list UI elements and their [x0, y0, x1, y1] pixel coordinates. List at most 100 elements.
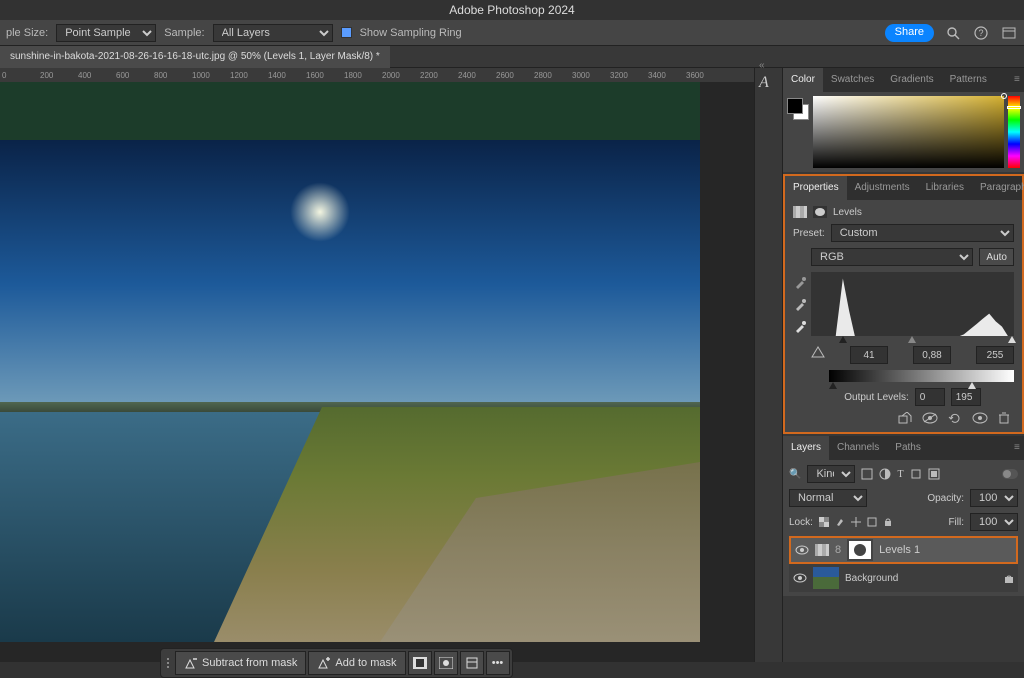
clip-to-layer-icon[interactable]: [898, 412, 912, 424]
subtract-label: Subtract from mask: [202, 657, 297, 669]
lock-position-icon[interactable]: [851, 517, 861, 527]
ruler-tick: 2000: [382, 71, 400, 80]
layer-row-background[interactable]: Background: [789, 564, 1018, 592]
ruler-tick: 2800: [534, 71, 552, 80]
color-field[interactable]: [813, 96, 1004, 168]
preset-label: Preset:: [793, 228, 825, 239]
tab-properties[interactable]: Properties: [785, 176, 847, 200]
right-panels: Color Swatches Gradients Patterns ≡ Prop…: [782, 68, 1024, 662]
input-white-field[interactable]: [976, 346, 1014, 364]
invert-mask-icon[interactable]: [408, 651, 432, 675]
clip-warning-icon[interactable]: [811, 346, 825, 364]
panel-menu-icon[interactable]: ≡: [1006, 436, 1024, 460]
channel-select[interactable]: RGB: [811, 248, 973, 266]
reset-icon[interactable]: [948, 412, 962, 424]
black-point-eyedropper-icon[interactable]: [793, 276, 807, 290]
output-black-field[interactable]: [915, 388, 945, 406]
layer-mask-thumbnail[interactable]: [847, 539, 873, 561]
input-mid-field[interactable]: [913, 346, 951, 364]
sample-select[interactable]: All Layers: [213, 24, 333, 42]
ruler-tick: 2200: [420, 71, 438, 80]
panel-menu-icon[interactable]: ≡: [1006, 68, 1024, 92]
filter-shape-icon[interactable]: [910, 468, 922, 480]
layer-mask-icon[interactable]: [813, 206, 827, 218]
show-sampling-ring-checkbox[interactable]: [341, 27, 352, 38]
input-levels-slider[interactable]: [811, 336, 1014, 344]
document-tab-bar: sunshine-in-bakota-2021-08-26-16-16-18-u…: [0, 46, 1024, 68]
tab-swatches[interactable]: Swatches: [823, 68, 882, 92]
view-previous-state-icon[interactable]: [922, 412, 938, 424]
window-arrange-icon[interactable]: [1000, 24, 1018, 42]
properties-panel-highlighted: Properties Adjustments Libraries Paragra…: [783, 174, 1024, 434]
share-button[interactable]: Share: [885, 24, 934, 42]
lock-pixels-icon[interactable]: [835, 517, 845, 527]
drag-handle-icon[interactable]: [163, 658, 173, 668]
collapsed-panel-strip: « A: [754, 68, 782, 662]
gray-point-eyedropper-icon[interactable]: [793, 298, 807, 312]
ruler-tick: 1800: [344, 71, 362, 80]
lock-artboard-icon[interactable]: [867, 517, 877, 527]
filter-type-icon[interactable]: T: [897, 469, 903, 480]
tab-libraries[interactable]: Libraries: [918, 176, 972, 200]
ruler-tick: 800: [154, 71, 167, 80]
svg-text:?: ?: [978, 28, 983, 38]
ruler-tick: 200: [40, 71, 53, 80]
mask-options-icon[interactable]: [434, 651, 458, 675]
output-white-field[interactable]: [951, 388, 981, 406]
hue-slider[interactable]: [1008, 96, 1020, 168]
layer-thumbnail[interactable]: [813, 567, 839, 589]
more-icon[interactable]: •••: [486, 651, 510, 675]
show-sampling-ring-label: Show Sampling Ring: [360, 27, 462, 39]
toggle-visibility-icon[interactable]: [972, 412, 988, 424]
layer-row-levels[interactable]: 8 Levels 1: [789, 536, 1018, 564]
lock-icon[interactable]: [1004, 572, 1014, 584]
tab-channels[interactable]: Channels: [829, 436, 887, 460]
output-gradient-slider[interactable]: [829, 370, 1014, 382]
lock-transparency-icon[interactable]: [819, 517, 829, 527]
white-point-eyedropper-icon[interactable]: [793, 320, 807, 334]
tab-color[interactable]: Color: [783, 68, 823, 92]
output-levels-label: Output Levels:: [844, 392, 908, 403]
tab-gradients[interactable]: Gradients: [882, 68, 941, 92]
help-icon[interactable]: ?: [972, 24, 990, 42]
tab-patterns[interactable]: Patterns: [942, 68, 995, 92]
filter-adjustment-icon[interactable]: [879, 468, 891, 480]
opacity-select[interactable]: 100%: [970, 489, 1018, 507]
filter-smart-icon[interactable]: [928, 468, 940, 480]
tab-paths[interactable]: Paths: [887, 436, 929, 460]
link-icon[interactable]: 8: [835, 544, 841, 556]
tab-layers[interactable]: Layers: [783, 436, 829, 460]
trash-icon[interactable]: [998, 412, 1010, 424]
fill-select[interactable]: 100%: [970, 513, 1018, 531]
ruler-tick: 3600: [686, 71, 704, 80]
input-black-field[interactable]: [850, 346, 888, 364]
canvas-image[interactable]: Subtract from mask Add to mask •••: [0, 82, 700, 642]
sample-size-select[interactable]: Point Sample: [56, 24, 156, 42]
auto-button[interactable]: Auto: [979, 248, 1014, 266]
taskbar-settings-icon[interactable]: [460, 651, 484, 675]
sample-size-label: ple Size:: [6, 27, 48, 39]
blend-mode-select[interactable]: Normal: [789, 489, 867, 507]
ruler-tick: 3400: [648, 71, 666, 80]
contextual-task-bar: Subtract from mask Add to mask •••: [160, 648, 513, 678]
filter-toggle-icon[interactable]: [1002, 469, 1018, 479]
add-to-mask-button[interactable]: Add to mask: [308, 651, 405, 675]
filter-kind-select[interactable]: Kind: [807, 465, 855, 483]
search-icon[interactable]: [944, 24, 962, 42]
visibility-eye-icon[interactable]: [795, 545, 809, 555]
tab-adjustments[interactable]: Adjustments: [847, 176, 918, 200]
visibility-eye-icon[interactable]: [793, 573, 807, 583]
character-panel-icon[interactable]: A: [759, 74, 769, 92]
sample-label: Sample:: [164, 27, 204, 39]
histogram-chart[interactable]: [811, 272, 1014, 336]
preset-select[interactable]: Custom: [831, 224, 1014, 242]
layer-name[interactable]: Levels 1: [879, 544, 920, 556]
subtract-from-mask-button[interactable]: Subtract from mask: [175, 651, 306, 675]
layer-name[interactable]: Background: [845, 573, 898, 584]
document-tab[interactable]: sunshine-in-bakota-2021-08-26-16-16-18-u…: [0, 46, 390, 68]
lock-all-icon[interactable]: [883, 517, 893, 527]
foreground-background-swatch[interactable]: [787, 98, 809, 120]
filter-pixel-icon[interactable]: [861, 468, 873, 480]
filter-kind-label-icon: 🔍: [789, 469, 801, 480]
tab-paragraph[interactable]: Paragraph: [972, 176, 1024, 200]
